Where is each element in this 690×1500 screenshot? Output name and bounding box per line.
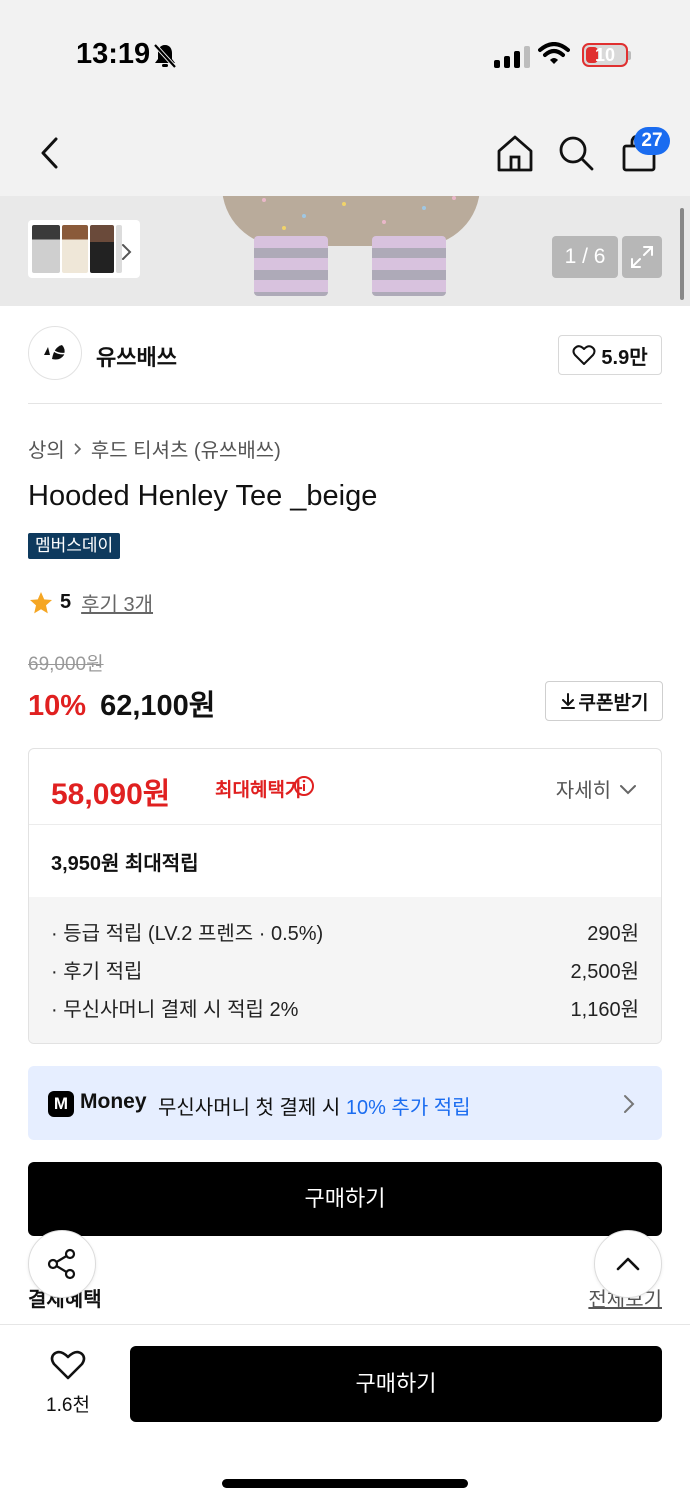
status-time: 13:19 <box>76 38 151 70</box>
musinsa-money-banner[interactable]: M Money 무신사머니 첫 결제 시 10% 추가 적립 <box>28 1066 662 1140</box>
info-icon[interactable] <box>293 775 315 802</box>
chevron-left-icon <box>41 137 58 169</box>
max-benefit-card: 58,090원 최대혜택가 자세히 3,950원 최대적립 · 등급 적립 (L… <box>28 748 662 1044</box>
expand-icon <box>631 246 653 268</box>
coupon-button[interactable]: 쿠폰받기 <box>545 681 663 721</box>
search-icon <box>559 136 594 171</box>
nav-bar <box>0 110 690 196</box>
brand-logo[interactable] <box>28 326 82 380</box>
battery-cap <box>628 51 631 60</box>
wishlist-count: 1.6천 <box>46 1395 90 1416</box>
brand-row[interactable]: 유쓰배쓰 5.9만 <box>28 326 662 384</box>
product-title: Hooded Henley Tee _beige <box>28 480 378 512</box>
expand-button[interactable] <box>622 236 662 278</box>
home-icon <box>497 135 533 172</box>
battery-icon: 10 <box>582 43 628 67</box>
cart-count-badge: 27 <box>634 127 670 155</box>
point-row: · 후기 적립 2,500원 <box>51 955 639 993</box>
brand-like-button[interactable]: 5.9만 <box>558 335 662 375</box>
breadcrumb: 상의 후드 티셔츠 (유쓰배쓰) <box>28 434 281 463</box>
points-breakdown: · 등급 적립 (LV.2 프렌즈 · 0.5%) 290원 · 후기 적립 2… <box>29 897 661 1043</box>
chevron-right-icon <box>622 1093 636 1120</box>
detail-label: 자세히 <box>555 780 611 802</box>
sale-price: 62,100원 <box>100 690 216 722</box>
heart-icon <box>572 345 596 365</box>
status-bar: 13:19 10 <box>0 0 690 110</box>
rating-score: 5 <box>60 591 72 613</box>
point-value: 1,160원 <box>570 999 639 1021</box>
download-icon <box>560 693 575 709</box>
share-icon <box>47 1248 76 1280</box>
star-icon <box>30 591 52 613</box>
point-value: 2,500원 <box>570 961 639 983</box>
point-row: · 무신사머니 결제 시 적립 2% 1,160원 <box>51 993 639 1031</box>
money-logo-icon: M <box>48 1091 74 1117</box>
max-benefit-label: 최대혜택가 <box>215 780 303 801</box>
chevron-right-icon <box>74 442 81 455</box>
coupon-label: 쿠폰받기 <box>578 692 649 714</box>
divider <box>28 403 662 404</box>
chevron-right-icon[interactable] <box>120 242 134 267</box>
detail-toggle[interactable]: 자세히 <box>556 774 637 803</box>
point-label: · 후기 적립 <box>51 961 143 983</box>
point-row: · 등급 적립 (LV.2 프렌즈 · 0.5%) 290원 <box>51 917 639 955</box>
money-text: 무신사머니 첫 결제 시 10% 추가 적립 <box>158 1091 471 1120</box>
home-button[interactable] <box>490 128 540 178</box>
point-value: 290원 <box>587 923 639 945</box>
max-benefit-price: 58,090원 <box>51 778 171 811</box>
wishlist-button[interactable]: 1.6천 <box>36 1349 100 1417</box>
signal-icon <box>494 44 530 68</box>
image-counter: 1 / 6 <box>552 236 618 278</box>
money-text-main: 무신사머니 첫 결제 시 <box>158 1097 346 1119</box>
back-button[interactable] <box>24 128 74 178</box>
brand-name[interactable]: 유쓰배쓰 <box>96 340 177 372</box>
chevron-down-icon <box>620 784 636 794</box>
members-day-badge: 멤버스데이 <box>28 533 121 559</box>
price-row: 10% 62,100원 <box>28 682 216 724</box>
max-points-total: 3,950원 최대적립 <box>51 853 199 875</box>
bottom-action-bar: 1.6천 구매하기 <box>0 1324 690 1500</box>
heart-icon <box>50 1350 86 1380</box>
search-button[interactable] <box>551 128 601 178</box>
money-brand: Money <box>80 1090 147 1113</box>
wifi-icon <box>538 42 570 71</box>
product-image-gallery[interactable]: 1 / 6 <box>0 196 690 306</box>
money-highlight: 10% 추가 적립 <box>345 1097 471 1119</box>
scroll-top-button[interactable] <box>594 1230 662 1298</box>
buy-button[interactable]: 구매하기 <box>28 1162 662 1236</box>
rating: 5 후기 3개 <box>28 588 153 617</box>
brand-like-count: 5.9만 <box>601 346 648 369</box>
review-link[interactable]: 후기 3개 <box>81 588 153 617</box>
bottom-buy-button[interactable]: 구매하기 <box>130 1346 662 1422</box>
breadcrumb-subcategory[interactable]: 후드 티셔츠 (유쓰배쓰) <box>91 434 281 463</box>
share-button[interactable] <box>28 1230 96 1298</box>
breadcrumb-category[interactable]: 상의 <box>28 434 65 463</box>
product-photo-leg-right <box>372 236 446 296</box>
home-indicator <box>222 1479 468 1488</box>
product-photo-leg-left <box>254 236 328 296</box>
benefit-header[interactable]: 58,090원 최대혜택가 자세히 <box>29 749 661 825</box>
discount-rate: 10% <box>28 690 87 722</box>
bell-off-icon <box>152 42 178 75</box>
chevron-up-icon <box>616 1257 640 1271</box>
original-price: 69,000원 <box>28 654 104 675</box>
battery-level: 10 <box>594 45 616 65</box>
scrollbar[interactable] <box>680 208 684 300</box>
point-label: · 무신사머니 결제 시 적립 2% <box>51 999 299 1021</box>
point-label: · 등급 적립 (LV.2 프렌즈 · 0.5%) <box>51 923 324 945</box>
